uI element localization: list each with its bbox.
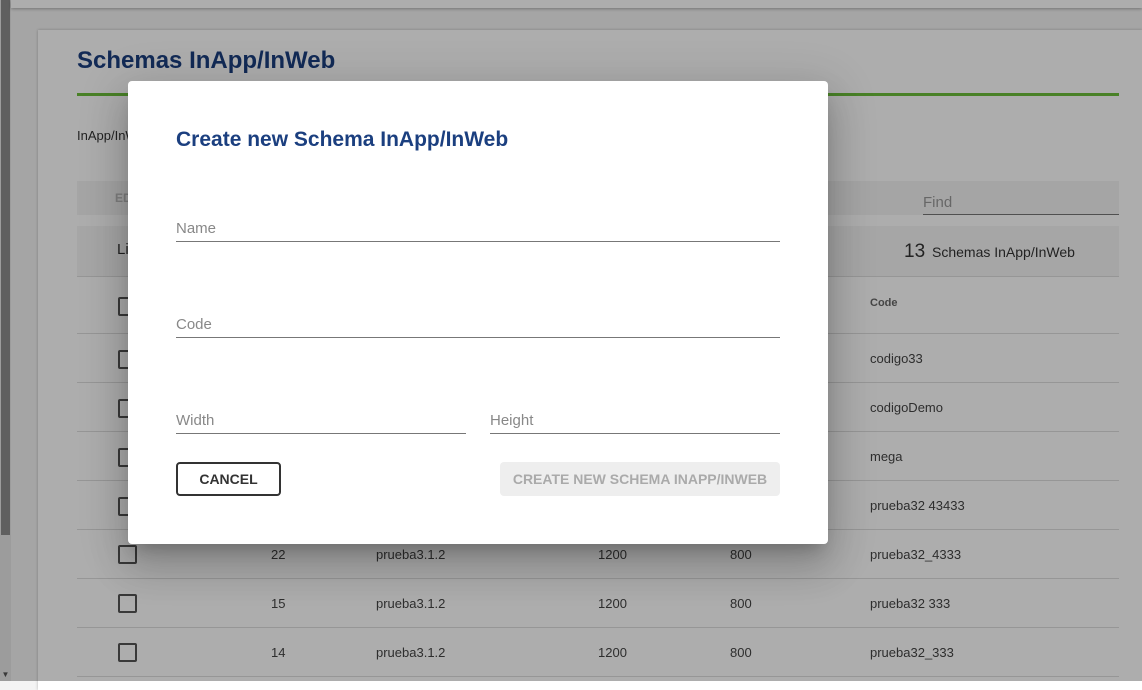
create-schema-button[interactable]: Create new Schema InApp/InWeb bbox=[500, 462, 780, 496]
code-input[interactable] bbox=[176, 311, 780, 338]
cancel-button[interactable]: Cancel bbox=[176, 462, 281, 496]
height-input[interactable] bbox=[490, 407, 780, 434]
name-input[interactable] bbox=[176, 215, 780, 242]
dialog-title: Create new Schema InApp/InWeb bbox=[176, 128, 509, 151]
create-schema-dialog: Create new Schema InApp/InWeb Cancel Cre… bbox=[128, 81, 828, 544]
width-input[interactable] bbox=[176, 407, 466, 434]
